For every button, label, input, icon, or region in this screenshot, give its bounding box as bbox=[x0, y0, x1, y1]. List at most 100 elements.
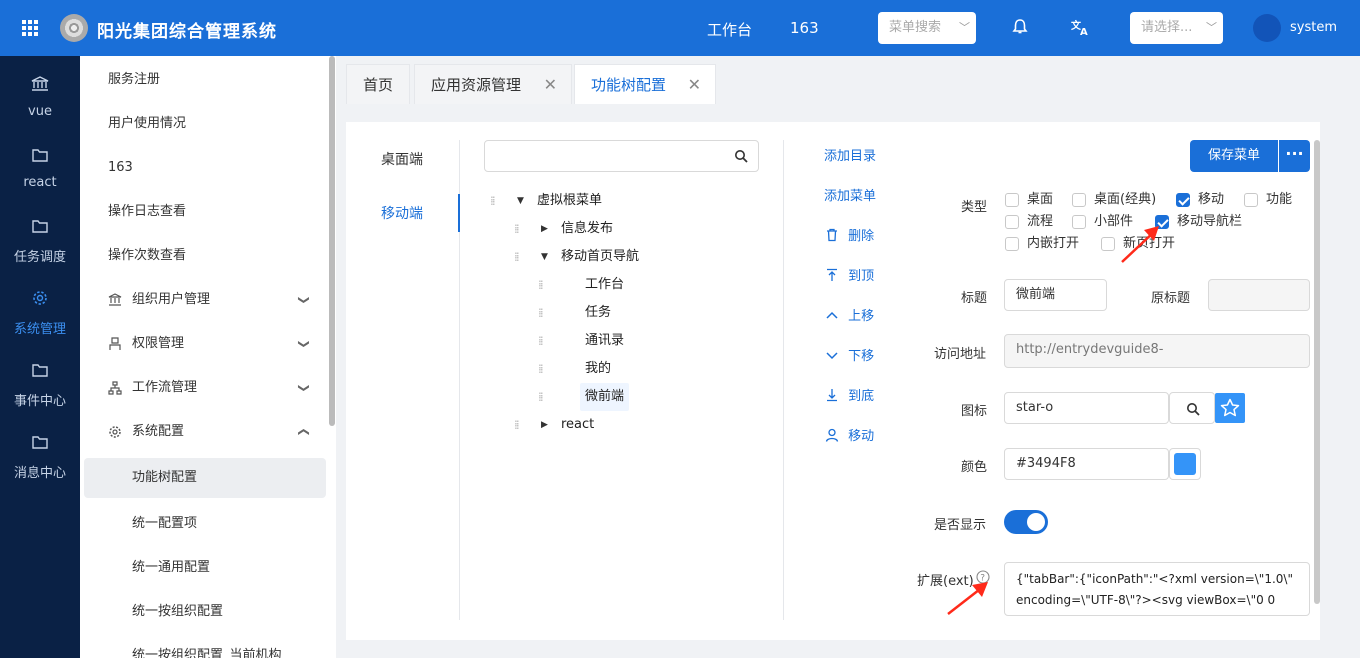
drag-handle-icon[interactable]: ⁞⁞ bbox=[538, 299, 543, 327]
delete-button[interactable]: 删除 bbox=[824, 227, 874, 247]
tree-node-virtual-root[interactable]: ⁞⁞ ▼ 虚拟根菜单 bbox=[490, 187, 750, 215]
caret-down-icon[interactable]: ▼ bbox=[517, 187, 524, 215]
checkbox-label: 流程 bbox=[1027, 214, 1054, 229]
menu-item-unified-org-config[interactable]: 统一按组织配置 bbox=[80, 590, 336, 634]
side-menu: 服务注册 用户使用情况 163 操作日志查看 操作次数查看 组织用户管理 ❯ 权… bbox=[80, 56, 336, 658]
checkbox-box[interactable] bbox=[1176, 193, 1190, 207]
tree-node-task[interactable]: ⁞⁞ 任务 bbox=[538, 299, 750, 327]
drag-handle-icon[interactable]: ⁞⁞ bbox=[514, 411, 519, 439]
star-icon-preview[interactable] bbox=[1215, 393, 1245, 423]
menu-item-163[interactable]: 163 bbox=[80, 146, 336, 190]
tree-node-info-publish[interactable]: ⁞⁞ ▶ 信息发布 bbox=[514, 215, 750, 243]
menu-item-function-tree-config[interactable]: 功能树配置 bbox=[80, 458, 336, 502]
tree-node-micro-frontend[interactable]: ⁞⁞ 微前端 bbox=[538, 383, 750, 411]
drag-handle-icon[interactable]: ⁞⁞ bbox=[514, 215, 519, 243]
move-up-button[interactable]: 上移 bbox=[824, 307, 874, 327]
title-input[interactable]: 微前端 bbox=[1004, 279, 1107, 311]
caret-right-icon[interactable]: ▶ bbox=[541, 411, 548, 439]
side-tab-desktop[interactable]: 桌面端 bbox=[348, 142, 456, 178]
drag-handle-icon[interactable]: ⁞⁞ bbox=[514, 243, 519, 271]
drag-handle-icon[interactable]: ⁞⁞ bbox=[538, 327, 543, 355]
rail-item-vue[interactable]: vue bbox=[0, 56, 80, 128]
avatar[interactable] bbox=[1253, 14, 1281, 42]
menu-item-unified-org-config-current[interactable]: 统一按组织配置_当前机构 bbox=[80, 634, 336, 658]
menu-item-unified-general-config[interactable]: 统一通用配置 bbox=[80, 546, 336, 590]
workbench-link[interactable]: 工作台 bbox=[707, 19, 752, 40]
org-select[interactable]: 请选择... ﹀ bbox=[1130, 12, 1223, 44]
tree-node-mine[interactable]: ⁞⁞ 我的 bbox=[538, 355, 750, 383]
icon-label: 图标 bbox=[961, 404, 988, 419]
rail-item-task-schedule[interactable]: 任务调度 bbox=[0, 198, 80, 270]
menu-item-permission-management[interactable]: 权限管理 ❯ bbox=[80, 322, 336, 366]
menu-item-operation-log[interactable]: 操作日志查看 bbox=[80, 190, 336, 234]
color-label: 颜色 bbox=[961, 460, 988, 475]
checkbox-box[interactable] bbox=[1005, 237, 1019, 251]
apps-grid-icon[interactable] bbox=[22, 20, 38, 36]
menu-search-select[interactable]: 菜单搜索 ﹀ bbox=[878, 12, 976, 44]
add-menu-button[interactable]: 添加菜单 bbox=[824, 187, 876, 207]
rail-item-react[interactable]: react bbox=[0, 127, 80, 199]
caret-down-icon[interactable]: ▼ bbox=[541, 243, 548, 271]
menu-item-org-user-management[interactable]: 组织用户管理 ❯ bbox=[80, 278, 336, 322]
drag-handle-icon[interactable]: ⁞⁞ bbox=[538, 271, 543, 299]
tree-search-input[interactable] bbox=[484, 140, 759, 172]
url-input[interactable]: http://entrydevguide8- bbox=[1004, 334, 1310, 368]
add-directory-button[interactable]: 添加目录 bbox=[824, 147, 876, 167]
checkbox-box[interactable] bbox=[1005, 193, 1019, 207]
rail-item-label: react bbox=[23, 175, 57, 190]
more-options-button[interactable]: ··· bbox=[1279, 140, 1310, 172]
tab-function-tree-config[interactable]: 功能树配置 ✕ bbox=[574, 64, 716, 104]
icon-search-button[interactable] bbox=[1169, 392, 1215, 424]
menu-item-label: 163 bbox=[108, 160, 133, 175]
icon-input[interactable]: star-o bbox=[1004, 392, 1169, 424]
rail-item-system-management[interactable]: 系统管理 bbox=[0, 270, 80, 342]
menu-item-unified-config[interactable]: 统一配置项 bbox=[80, 502, 336, 546]
menu-item-operation-count[interactable]: 操作次数查看 bbox=[80, 234, 336, 278]
close-icon[interactable]: ✕ bbox=[544, 65, 557, 105]
rail-item-message-center[interactable]: 消息中心 bbox=[0, 414, 80, 486]
checkbox-label: 移动 bbox=[1198, 192, 1225, 207]
caret-right-icon[interactable]: ▶ bbox=[541, 215, 548, 243]
translate-icon[interactable]: 文A bbox=[1070, 17, 1090, 38]
checkbox-box[interactable] bbox=[1101, 237, 1115, 251]
username[interactable]: system bbox=[1290, 20, 1337, 35]
color-picker-button[interactable] bbox=[1169, 448, 1201, 480]
tree-node-workbench[interactable]: ⁞⁞ 工作台 bbox=[538, 271, 750, 299]
header-count-link[interactable]: 163 bbox=[790, 19, 819, 37]
menu-item-service-register[interactable]: 服务注册 bbox=[80, 58, 336, 102]
menu-item-user-usage[interactable]: 用户使用情况 bbox=[80, 102, 336, 146]
drag-handle-icon[interactable]: ⁞⁞ bbox=[490, 187, 495, 215]
drag-handle-icon[interactable]: ⁞⁞ bbox=[538, 383, 543, 411]
show-toggle[interactable] bbox=[1004, 510, 1048, 534]
search-icon[interactable] bbox=[734, 149, 748, 163]
original-title-input[interactable] bbox=[1208, 279, 1310, 311]
move-to-top-button[interactable]: 到顶 bbox=[824, 267, 874, 287]
ext-textarea[interactable]: {"tabBar":{"iconPath":"<?xml version=\"1… bbox=[1004, 562, 1310, 616]
bank-icon bbox=[108, 293, 122, 306]
checkbox-box[interactable] bbox=[1072, 193, 1086, 207]
checkbox-box[interactable] bbox=[1005, 215, 1019, 229]
tab-home[interactable]: 首页 bbox=[346, 64, 410, 104]
move-down-button[interactable]: 下移 bbox=[824, 347, 874, 367]
move-to-bottom-button[interactable]: 到底 bbox=[824, 387, 874, 407]
color-input[interactable]: #3494F8 bbox=[1004, 448, 1169, 480]
tab-app-resource-management[interactable]: 应用资源管理 ✕ bbox=[414, 64, 572, 104]
drag-handle-icon[interactable]: ⁞⁞ bbox=[538, 355, 543, 383]
menu-item-system-config[interactable]: 系统配置 ❯ bbox=[80, 410, 336, 454]
tree-node-contacts[interactable]: ⁞⁞ 通讯录 bbox=[538, 327, 750, 355]
side-tab-mobile[interactable]: 移动端 bbox=[348, 196, 456, 232]
tree-node-mobile-home-nav[interactable]: ⁞⁞ ▼ 移动首页导航 bbox=[514, 243, 750, 271]
save-menu-button[interactable]: 保存菜单 bbox=[1190, 140, 1278, 172]
user-icon bbox=[109, 337, 121, 350]
menu-scrollbar[interactable] bbox=[329, 56, 335, 426]
action-label: 移动 bbox=[848, 429, 875, 444]
bell-icon[interactable] bbox=[1010, 17, 1030, 37]
rail-item-event-center[interactable]: 事件中心 bbox=[0, 342, 80, 414]
panel-scrollbar[interactable] bbox=[1314, 140, 1320, 604]
close-icon[interactable]: ✕ bbox=[688, 65, 701, 105]
checkbox-box[interactable] bbox=[1072, 215, 1086, 229]
checkbox-box[interactable] bbox=[1244, 193, 1258, 207]
tree-node-react[interactable]: ⁞⁞ ▶ react bbox=[514, 411, 750, 439]
menu-item-workflow-management[interactable]: 工作流管理 ❯ bbox=[80, 366, 336, 410]
move-button[interactable]: 移动 bbox=[824, 427, 874, 447]
